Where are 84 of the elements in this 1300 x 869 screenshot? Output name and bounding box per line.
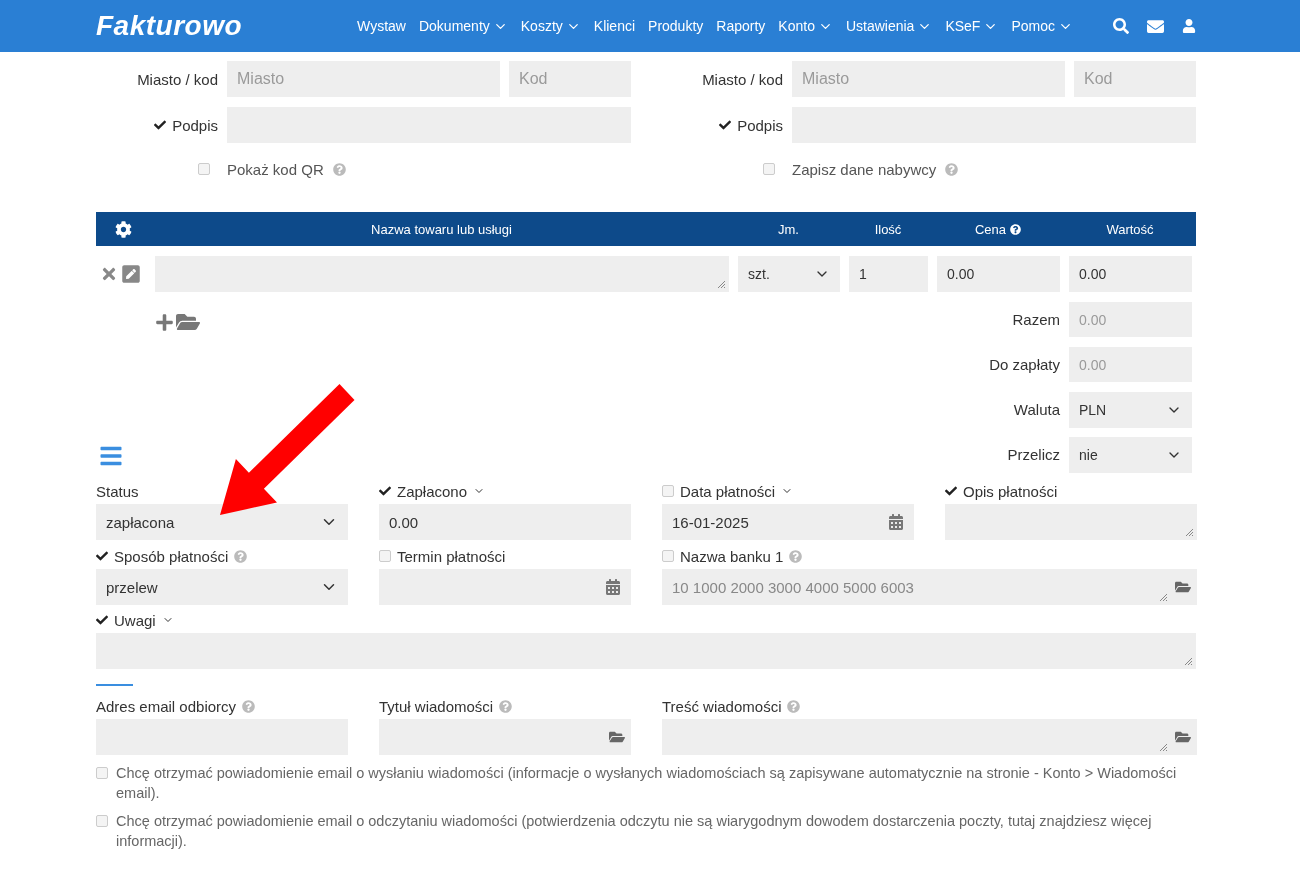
field-label: Razem: [1012, 311, 1060, 328]
field-label: Opis płatności: [963, 482, 1058, 500]
field-label: Miasto / kod: [702, 70, 783, 88]
field-label: Waluta: [1013, 401, 1060, 418]
checkbox-label: Zapisz dane nabywcy: [792, 160, 937, 178]
edit-icon[interactable]: [121, 264, 141, 284]
checkbox[interactable]: [96, 614, 108, 626]
column-header: Ilość: [874, 221, 902, 237]
checkbox[interactable]: [96, 550, 108, 562]
nav-link[interactable]: Produkty: [648, 18, 704, 34]
nav-link[interactable]: KSeF: [945, 18, 999, 34]
input-field[interactable]: 0.00: [379, 504, 631, 540]
checkbox[interactable]: [198, 163, 210, 175]
field-label: Zapłacono: [397, 482, 468, 500]
city-field[interactable]: Miasto: [792, 61, 1065, 97]
checkbox-label: Pokaż kod QR: [227, 160, 324, 178]
field-label: Uwagi: [114, 611, 156, 629]
total-field[interactable]: 0.00: [1069, 347, 1192, 382]
field-label: Status: [96, 482, 139, 500]
total-field[interactable]: 0.00: [1069, 302, 1192, 337]
resize-handle-icon[interactable]: [1185, 528, 1194, 537]
value-field[interactable]: 0.00: [1069, 256, 1192, 292]
nav-link[interactable]: Klienci: [593, 18, 636, 34]
field-label: Sposób płatności: [114, 547, 229, 565]
field-label: Podpis: [172, 116, 218, 134]
nav-link[interactable]: Pomoc: [1011, 18, 1073, 34]
postal-code-field[interactable]: Kod: [1074, 61, 1196, 97]
dropdown-select[interactable]: przelew: [96, 569, 348, 605]
nav-link[interactable]: Dokumenty: [418, 18, 508, 34]
calendar-icon[interactable]: [605, 579, 621, 595]
checkbox[interactable]: [96, 815, 108, 827]
envelope-icon[interactable]: [1147, 17, 1164, 35]
field-label: Do zapłaty: [989, 356, 1060, 373]
field-label: Nazwa banku 1: [680, 547, 784, 565]
nav-link[interactable]: Konto: [778, 18, 833, 34]
date-field[interactable]: 16-01-2025: [662, 504, 914, 540]
resize-handle-icon[interactable]: [717, 280, 726, 289]
checkbox[interactable]: [719, 119, 732, 131]
field-label: Miasto / kod: [137, 70, 218, 88]
column-header: Wartość: [1106, 221, 1154, 237]
resize-handle-icon[interactable]: [1159, 593, 1168, 602]
field-label: Data płatności: [680, 482, 776, 500]
field-label: Tytuł wiadomości: [379, 697, 494, 715]
date-field[interactable]: [379, 569, 631, 605]
column-header: Cena: [974, 221, 1007, 237]
field-label: Adres email odbiorcy: [96, 697, 237, 715]
add-icon[interactable]: [155, 312, 174, 332]
dropdown-select[interactable]: nie: [1069, 436, 1192, 473]
nav-link[interactable]: Raporty: [716, 18, 766, 34]
checkbox[interactable]: [945, 485, 957, 497]
column-header: Jm.: [778, 221, 799, 237]
checkbox[interactable]: [96, 767, 108, 779]
calendar-icon[interactable]: [888, 514, 904, 530]
field-label: Treść wiadomości: [662, 697, 782, 715]
checkbox-label: Chcę otrzymać powiadomienie email o odczytaniu wiadomości (potwierdzenia odczytu nie są wiarygodnym dowodem dostarczenia poczty, tutaj znajdziesz więcej informacji).: [116, 812, 1153, 851]
resize-handle-icon[interactable]: [1159, 743, 1168, 752]
postal-code-field[interactable]: Kod: [509, 61, 631, 97]
nav-link[interactable]: Wystaw: [357, 18, 406, 34]
checkbox[interactable]: [379, 550, 391, 562]
column-header: Nazwa towaru lub usługi: [371, 221, 512, 237]
nav-link[interactable]: Ustawienia: [845, 18, 933, 34]
search-icon[interactable]: [1113, 18, 1129, 34]
city-field[interactable]: Miasto: [227, 61, 500, 97]
field-label: Podpis: [737, 116, 783, 134]
user-icon[interactable]: [1182, 19, 1196, 33]
checkbox-label: Chcę otrzymać powiadomienie email o wysłaniu wiadomości (informacje o wysłanych wiadomościach są zapisywane automatycznie na stronie - Konto > Wiadomości email).: [116, 764, 1178, 803]
close-icon[interactable]: [100, 265, 118, 283]
settings-icon[interactable]: [114, 220, 132, 238]
resize-handle-icon[interactable]: [1184, 657, 1193, 666]
dropdown-select[interactable]: zapłacona: [96, 504, 348, 540]
quantity-field[interactable]: 1: [849, 256, 928, 292]
field-label: Przelicz: [1007, 446, 1060, 463]
help-icon[interactable]: [1010, 223, 1022, 235]
logo[interactable]: Fakturowo: [96, 10, 243, 42]
field-label: Termin płatności: [397, 547, 506, 565]
checkbox[interactable]: [763, 163, 775, 175]
nav-link[interactable]: Koszty: [520, 18, 581, 34]
unit-select[interactable]: szt.: [738, 256, 840, 292]
checkbox[interactable]: [154, 119, 167, 131]
price-field[interactable]: 0.00: [937, 256, 1060, 292]
checkbox[interactable]: [662, 485, 674, 497]
checkbox[interactable]: [379, 485, 391, 497]
checkbox[interactable]: [662, 550, 674, 562]
dropdown-select[interactable]: PLN: [1069, 391, 1192, 428]
